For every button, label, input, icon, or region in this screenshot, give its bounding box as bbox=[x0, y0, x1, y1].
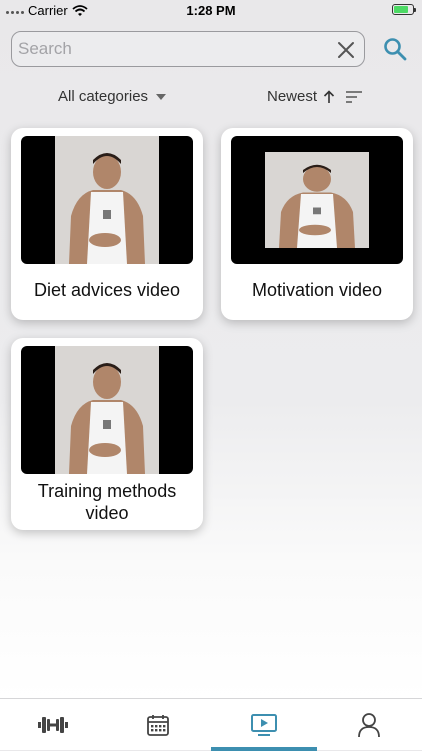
person-thumbnail-icon bbox=[55, 346, 159, 474]
person-thumbnail-icon bbox=[265, 152, 369, 248]
tab-bar bbox=[0, 698, 422, 750]
search-input[interactable] bbox=[18, 38, 318, 60]
video-thumbnail bbox=[231, 136, 403, 264]
filter-row: All categories Newest bbox=[0, 88, 422, 110]
close-icon[interactable] bbox=[336, 40, 356, 60]
tab-workouts[interactable] bbox=[0, 699, 106, 751]
category-label: All categories bbox=[58, 88, 148, 105]
video-thumbnail bbox=[21, 136, 193, 264]
battery-icon bbox=[392, 4, 414, 15]
tab-videos[interactable] bbox=[211, 699, 317, 751]
video-title: Training methods video bbox=[19, 480, 195, 524]
user-icon bbox=[357, 712, 381, 738]
play-icon bbox=[250, 713, 278, 737]
caret-down-icon bbox=[156, 94, 166, 100]
person-thumbnail-icon bbox=[55, 136, 159, 264]
video-thumbnail bbox=[21, 346, 193, 474]
status-time: 1:28 PM bbox=[0, 3, 422, 18]
video-card[interactable]: Diet advices video bbox=[11, 128, 203, 320]
arrow-up-icon[interactable] bbox=[323, 90, 335, 104]
video-card[interactable]: Training methods video bbox=[11, 338, 203, 530]
tab-profile[interactable] bbox=[317, 699, 422, 751]
video-card[interactable]: Motivation video bbox=[221, 128, 413, 320]
status-bar: Carrier 1:28 PM bbox=[0, 0, 422, 22]
battery-fill bbox=[394, 6, 408, 13]
category-filter[interactable]: All categories bbox=[58, 88, 166, 105]
video-title: Diet advices video bbox=[19, 279, 195, 301]
sort-label: Newest bbox=[267, 88, 317, 105]
video-title: Motivation video bbox=[229, 279, 405, 301]
sort-filter[interactable]: Newest bbox=[267, 88, 363, 105]
calendar-icon bbox=[146, 713, 170, 737]
search-icon[interactable] bbox=[382, 36, 408, 62]
sort-icon[interactable] bbox=[345, 90, 363, 104]
tab-calendar[interactable] bbox=[106, 699, 212, 751]
search-box bbox=[11, 31, 365, 67]
dumbbell-icon bbox=[37, 714, 69, 736]
